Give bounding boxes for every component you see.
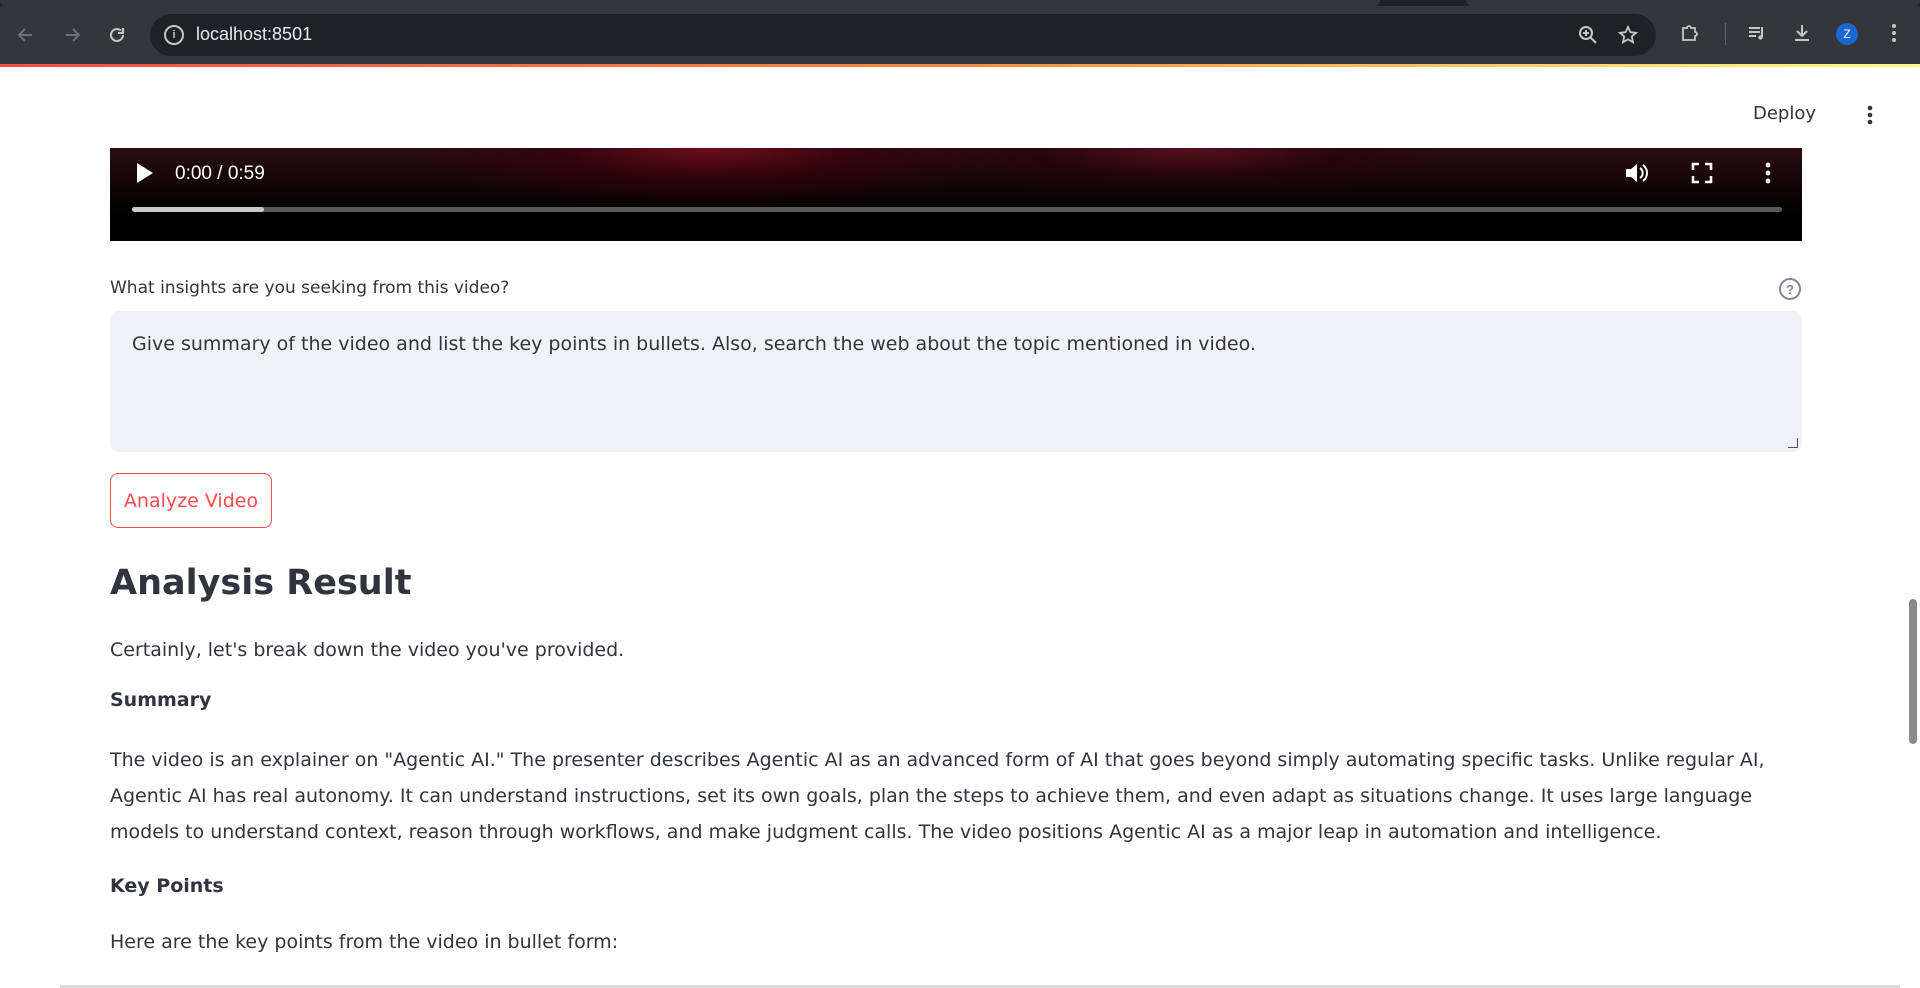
video-time: 0:00 / 0:59 xyxy=(175,163,265,184)
fullscreen-icon[interactable] xyxy=(1689,160,1715,186)
info-icon[interactable]: i xyxy=(164,25,184,45)
result-intro: Certainly, let's break down the video yo… xyxy=(110,639,625,661)
analysis-result-heading: Analysis Result xyxy=(110,563,412,603)
video-progress-track[interactable] xyxy=(132,207,1782,212)
scrollbar-thumb[interactable] xyxy=(1909,599,1917,744)
reload-icon xyxy=(110,27,124,42)
kebab-icon xyxy=(1867,105,1873,125)
puzzle-icon[interactable] xyxy=(1676,19,1704,47)
summary-text: The video is an explainer on "Agentic AI… xyxy=(110,749,1765,843)
url-text[interactable]: localhost:8501 xyxy=(196,24,312,45)
address-bar[interactable]: i localhost:8501 xyxy=(150,14,1656,56)
video-more-icon[interactable] xyxy=(1755,160,1781,186)
star-icon[interactable] xyxy=(1616,23,1640,47)
profile-avatar[interactable]: Z xyxy=(1836,23,1858,45)
key-points-intro: Here are the key points from the video i… xyxy=(110,931,619,953)
page-scrollbar[interactable] xyxy=(1906,67,1920,988)
media-queue-icon[interactable] xyxy=(1743,19,1771,47)
kebab-icon[interactable] xyxy=(1880,19,1908,47)
app-menu-button[interactable] xyxy=(1858,103,1882,127)
video-buffered-bar xyxy=(132,207,264,212)
key-points-heading: Key Points xyxy=(110,875,224,897)
question-textarea[interactable]: Give summary of the video and list the k… xyxy=(110,311,1802,452)
tab-edge xyxy=(1466,0,1920,6)
tab-strip xyxy=(0,0,1920,6)
help-icon[interactable]: ? xyxy=(1779,278,1801,300)
forward-button[interactable] xyxy=(56,19,88,51)
video-frame xyxy=(110,148,1802,241)
video-player[interactable]: 0:00 / 0:59 xyxy=(110,148,1802,241)
arrow-left-icon xyxy=(17,28,32,42)
deploy-button[interactable]: Deploy xyxy=(1753,103,1816,124)
analyze-video-button[interactable]: Analyze Video xyxy=(110,473,272,528)
resize-grip-icon[interactable] xyxy=(1788,438,1798,448)
zoom-icon[interactable] xyxy=(1576,23,1600,47)
download-icon[interactable] xyxy=(1788,19,1816,47)
arrow-right-icon xyxy=(66,28,81,42)
browser-toolbar: i localhost:8501 Z xyxy=(0,0,1920,64)
volume-icon[interactable] xyxy=(1623,160,1649,186)
toolbar-separator xyxy=(1725,23,1726,45)
back-button[interactable] xyxy=(10,19,42,51)
play-icon[interactable] xyxy=(132,160,156,186)
active-tab-edge xyxy=(0,0,1380,6)
reload-button[interactable] xyxy=(101,19,133,51)
question-text[interactable]: Give summary of the video and list the k… xyxy=(132,333,1256,355)
summary-heading: Summary xyxy=(110,689,212,711)
streamlit-app: Deploy 0:00 / 0:59 What insights are you… xyxy=(0,67,1906,988)
question-label: What insights are you seeking from this … xyxy=(110,278,510,298)
